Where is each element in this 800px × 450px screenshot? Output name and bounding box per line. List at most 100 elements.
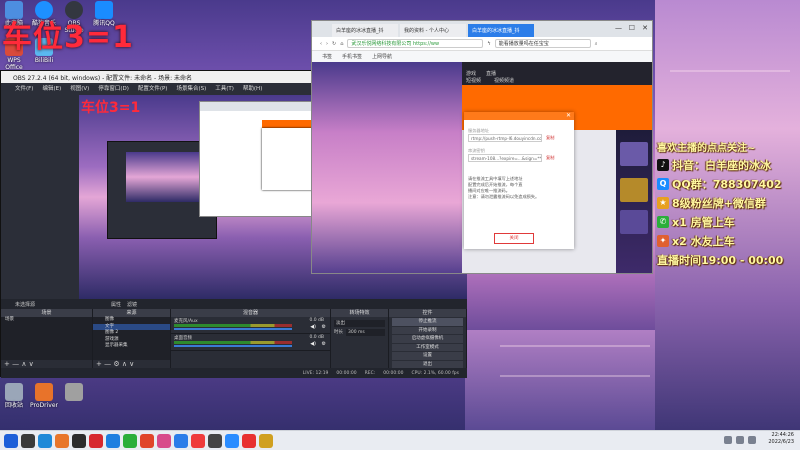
game-icon[interactable] xyxy=(89,433,103,448)
browser-tab[interactable]: 我的资料 - 个人中心 xyxy=(400,24,466,37)
app-taskbar-icon[interactable] xyxy=(157,433,171,448)
scenes-list: 场景 xyxy=(1,317,92,360)
bookmark-item[interactable]: 上网导航 xyxy=(372,53,392,60)
qq-taskbar-icon[interactable] xyxy=(106,433,120,448)
scenes-dock-header: 场景 xyxy=(1,309,92,317)
close-icon[interactable]: ✕ xyxy=(566,112,571,119)
mixer-body: 麦克风/Aux 0.0 dB ◀) ⚙ 桌面音频 0.0 dB ◀) ⚙ xyxy=(171,317,330,368)
desktop-icon-misc[interactable] xyxy=(60,383,88,402)
source-item-display[interactable]: 显示器采集 xyxy=(93,343,170,350)
gear-icon[interactable]: ⚙ xyxy=(322,324,326,330)
lightning-icon[interactable]: ϟ xyxy=(487,41,490,47)
controls-dock: 控件 停止推流 开始录制 启动虚拟摄像机 工作室模式 设置 退出 xyxy=(389,309,467,368)
volume-slider[interactable] xyxy=(174,328,292,330)
header-link[interactable]: 短视频 xyxy=(466,77,481,84)
exit-button[interactable]: 退出 xyxy=(392,360,463,368)
copy-key-button[interactable]: 复制 xyxy=(546,155,554,161)
folder-icon[interactable] xyxy=(55,433,69,448)
browser-tab-active[interactable]: 白羊座的冰冰直播_抖 xyxy=(468,24,534,37)
properties-button[interactable]: 属性 xyxy=(111,301,121,308)
maximize-icon[interactable]: ☐ xyxy=(629,24,635,32)
start-recording-button[interactable]: 开始录制 xyxy=(392,326,463,334)
system-tray xyxy=(724,436,756,444)
copy-server-button[interactable]: 复制 xyxy=(546,135,554,141)
sources-dock-header: 来源 xyxy=(93,309,170,317)
volume-meter xyxy=(174,324,292,327)
dialog-tips: 请在推流工具中填写上述地址 配置完成后开始推流，每个直 播间对应唯一推流码。 注… xyxy=(468,176,540,199)
speaker-icon[interactable]: ◀) xyxy=(310,341,316,347)
header-link[interactable]: 游戏 xyxy=(466,70,476,77)
gear-icon[interactable]: ⚙ xyxy=(322,341,326,347)
menu-docks[interactable]: 停靠窗口(D) xyxy=(98,84,129,92)
home-icon[interactable]: ⌂ xyxy=(340,41,343,47)
address-bar[interactable]: 武汉乐悦网络科技有限公司 https://ww xyxy=(347,39,484,48)
server-address-field[interactable]: rtmp://push-rtmp-l6.douyincdn.com/live xyxy=(468,134,542,142)
scenes-dock-footer[interactable]: + — ∧ ∨ xyxy=(1,360,92,368)
stop-streaming-button[interactable]: 停止推流 xyxy=(392,318,463,326)
controls-body: 停止推流 开始录制 启动虚拟摄像机 工作室模式 设置 退出 xyxy=(389,317,466,368)
info-row-fan-badge: ★ 8级粉丝牌+微信群 xyxy=(657,193,800,212)
page-backdrop xyxy=(312,62,462,273)
menu-help[interactable]: 帮助(H) xyxy=(243,84,262,92)
desktop-icon-recycle-bin[interactable]: 回收站 xyxy=(0,383,28,409)
speaker-icon[interactable]: ◀) xyxy=(310,324,316,330)
wechat-taskbar-icon[interactable] xyxy=(123,433,137,448)
app-taskbar-icon[interactable] xyxy=(225,433,239,448)
search-box[interactable]: 能看播放量吗在任宝宝 xyxy=(494,39,591,48)
transition-select[interactable]: 淡出 xyxy=(334,320,385,327)
minimize-icon[interactable]: — xyxy=(615,24,622,32)
dialog-close-button[interactable]: 关闭 xyxy=(494,233,534,244)
volume-icon[interactable] xyxy=(748,436,756,444)
sources-dock-footer[interactable]: + — ⚙ ∧ ∨ xyxy=(93,360,170,368)
game-thumbnail[interactable] xyxy=(620,178,648,202)
back-icon[interactable]: ‹ xyxy=(320,41,322,47)
app-taskbar-icon[interactable] xyxy=(259,433,273,448)
menu-view[interactable]: 视图(V) xyxy=(70,84,89,92)
studio-mode-button[interactable]: 工作室模式 xyxy=(392,343,463,351)
search-icon[interactable]: ⌕ xyxy=(595,41,598,47)
scene-item[interactable]: 场景 xyxy=(1,317,92,324)
tray-chevron-icon[interactable] xyxy=(724,436,732,444)
menu-tools[interactable]: 工具(T) xyxy=(215,84,234,92)
audio-mixer-dock: 混音器 麦克风/Aux 0.0 dB ◀) ⚙ 桌面音频 0.0 dB ◀) ⚙ xyxy=(171,309,331,368)
browser-tab[interactable]: 白羊座的冰冰直播_抖 xyxy=(332,24,398,37)
browser-taskbar-icon[interactable] xyxy=(174,433,188,448)
game-thumbnail[interactable] xyxy=(620,210,648,234)
close-icon[interactable]: ✕ xyxy=(642,24,648,32)
start-windows-icon[interactable] xyxy=(4,433,18,448)
preview-nested-modal xyxy=(262,128,314,190)
network-icon[interactable] xyxy=(736,436,744,444)
game-thumbnail[interactable] xyxy=(620,142,648,166)
streamer-info-panel: 喜欢主播的点点关注~ ♪ 抖音：白羊座的冰冰 Q QQ群：788307402 ★… xyxy=(657,137,800,269)
stream-key-field[interactable]: stream-108...?expire=...&sign=***** xyxy=(468,154,542,162)
filters-button[interactable]: 滤镜 xyxy=(127,301,137,308)
taskbar-clock[interactable]: 22:44:26 2022/6/23 xyxy=(768,432,794,446)
app-taskbar-icon[interactable] xyxy=(140,433,154,448)
desktop-icon-prodriver[interactable]: ProDriver xyxy=(30,383,58,409)
steam-icon[interactable] xyxy=(21,433,35,448)
transition-duration-row: 时长 300 ms xyxy=(334,329,385,336)
settings-button[interactable]: 设置 xyxy=(392,352,463,360)
obs-taskbar-icon[interactable] xyxy=(72,433,86,448)
bookmark-item[interactable]: 书签 xyxy=(322,53,332,60)
menu-scene-collection[interactable]: 场景集合(S) xyxy=(176,84,206,92)
app-taskbar-icon[interactable] xyxy=(208,433,222,448)
app-taskbar-icon[interactable] xyxy=(191,433,205,448)
header-link[interactable]: 直播 xyxy=(486,70,496,77)
refresh-icon[interactable]: ↻ xyxy=(332,41,336,47)
edge-icon[interactable] xyxy=(38,433,52,448)
menu-profile[interactable]: 配置文件(P) xyxy=(138,84,168,92)
duration-input[interactable]: 300 ms xyxy=(346,329,385,336)
browser-window[interactable]: 白羊座的冰冰直播_抖 我的资料 - 个人中心 白羊座的冰冰直播_抖 — ☐ ✕ … xyxy=(311,20,653,274)
bookmark-item[interactable]: 手机书签 xyxy=(342,53,362,60)
menu-edit[interactable]: 编辑(E) xyxy=(42,84,61,92)
volume-slider[interactable] xyxy=(174,345,292,347)
dialog-header: ✕ xyxy=(464,112,574,120)
app-taskbar-icon[interactable] xyxy=(242,433,256,448)
header-link[interactable]: 视频频道 xyxy=(494,77,514,84)
wallpaper-window-stripe xyxy=(500,375,650,377)
start-virtual-camera-button[interactable]: 启动虚拟摄像机 xyxy=(392,335,463,343)
menu-file[interactable]: 文件(F) xyxy=(15,84,33,92)
recycle-bin-icon xyxy=(5,383,23,401)
forward-icon[interactable]: › xyxy=(326,41,328,47)
